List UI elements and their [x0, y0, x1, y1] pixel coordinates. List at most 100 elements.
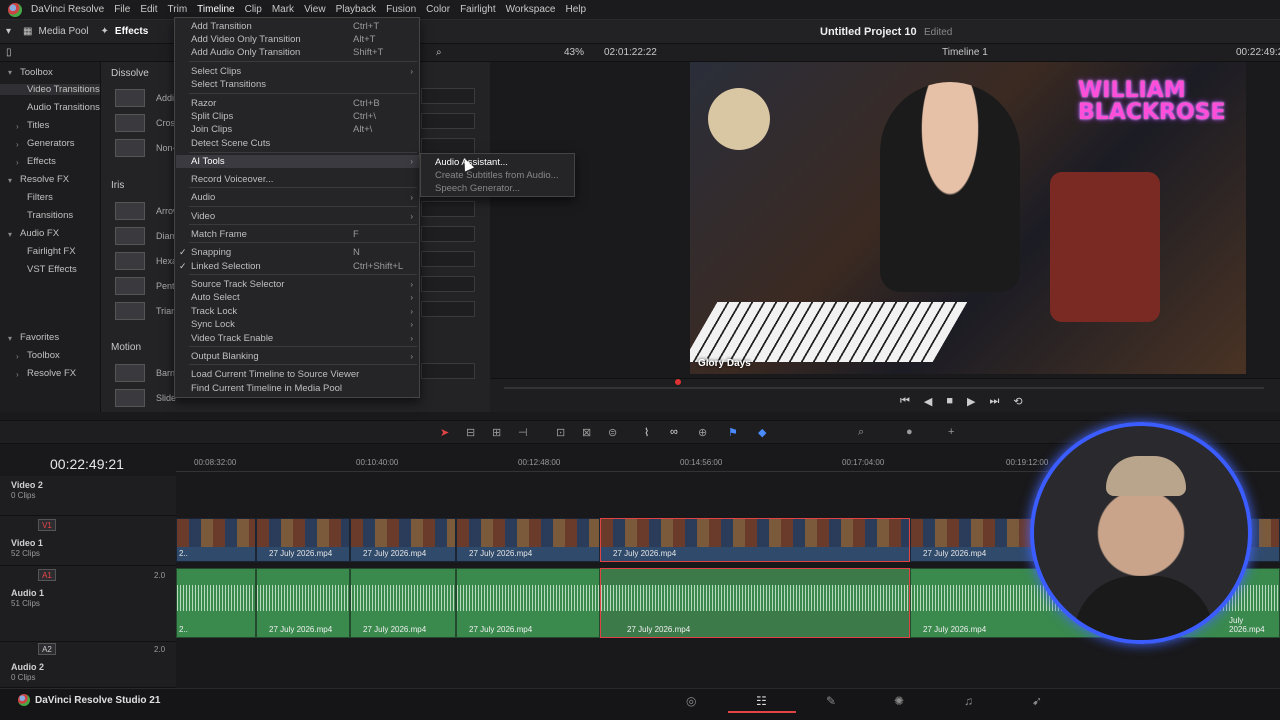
video-frame[interactable]: WILLIAM BLACKROSE Glory Days — [690, 62, 1246, 374]
menu-item-linked-selection[interactable]: ✓ Linked Selection Ctrl+Shift+L — [179, 260, 419, 273]
fx-item[interactable]: Slide — [156, 393, 176, 403]
video-clip[interactable]: 27 July 2026.mp4 — [456, 518, 600, 562]
fx-thumb[interactable] — [115, 252, 145, 270]
menu-item-create-subtitles[interactable]: Create Subtitles from Audio... — [435, 170, 559, 181]
viewer-scrubber[interactable] — [490, 378, 1280, 412]
fx-effects[interactable]: Effects — [27, 156, 56, 167]
audio-clip[interactable]: 2.. — [176, 568, 256, 638]
zoom-level[interactable]: 43% — [564, 47, 584, 58]
deliver-page-icon[interactable]: ➹ — [1032, 694, 1042, 708]
menu-edit[interactable]: Edit — [135, 0, 162, 20]
audio-clip[interactable]: 27 July 2026.mp4 — [256, 568, 350, 638]
menu-item-snapping[interactable]: ✓ Snapping N — [179, 246, 419, 259]
pointer-tool-icon[interactable]: ➤ — [440, 426, 449, 439]
scrub-track[interactable] — [504, 387, 1264, 389]
dynamic-trim-icon[interactable]: ⊞ — [492, 426, 501, 439]
menu-item-select-clips[interactable]: Select Clips › — [191, 65, 419, 78]
menu-item-razor[interactable]: Razor Ctrl+B — [191, 97, 419, 110]
menu-item-add-video-only-transition[interactable]: Add Video Only Transition Alt+T — [191, 33, 419, 46]
fx-resolve-fx[interactable]: Resolve FX — [20, 174, 69, 185]
menu-item-load-to-source-viewer[interactable]: Load Current Timeline to Source Viewer — [191, 368, 419, 381]
fx-thumb[interactable] — [115, 114, 145, 132]
track-badge[interactable]: V1 — [38, 519, 56, 531]
fx-thumb[interactable] — [115, 277, 145, 295]
go-to-end-icon[interactable]: ⏭ — [990, 395, 1000, 408]
search-icon[interactable]: ⌕ — [436, 47, 442, 58]
marker-icon[interactable]: ◆ — [758, 426, 766, 439]
fairlight-page-icon[interactable]: ♫ — [964, 694, 973, 708]
playhead-marker[interactable] — [675, 379, 681, 385]
menu-help[interactable]: Help — [560, 0, 591, 20]
menu-item-add-transition[interactable]: Add Transition Ctrl+T — [191, 20, 419, 33]
fx-thumb[interactable] — [115, 139, 145, 157]
fx-thumb[interactable] — [115, 364, 145, 382]
snapping-icon[interactable]: ⌇ — [644, 426, 649, 439]
fx-item[interactable]: Non- — [156, 143, 176, 153]
fx-fav-resolve-fx[interactable]: Resolve FX — [27, 368, 76, 379]
fx-item[interactable]: Barn — [156, 368, 175, 378]
menu-item-split-clips[interactable]: Split Clips Ctrl+\ — [191, 110, 419, 123]
blade-tool-icon[interactable]: ⊣ — [518, 426, 528, 439]
flag-icon[interactable]: ⚑ — [728, 426, 738, 439]
chevron-down-icon[interactable]: ▾ — [8, 334, 12, 343]
media-pool-button[interactable]: ▦ Media Pool — [17, 26, 94, 37]
zoom-in-icon[interactable]: + — [948, 426, 954, 438]
fx-vst-effects[interactable]: VST Effects — [27, 264, 77, 275]
audio-clip-selected[interactable]: 27 July 2026.mp4 — [600, 568, 910, 638]
panel-toggle-icon[interactable]: ▾ — [0, 26, 17, 37]
menu-item-sync-lock[interactable]: Sync Lock › — [191, 318, 419, 331]
chevron-right-icon[interactable]: › — [16, 370, 19, 379]
menu-item-match-frame[interactable]: Match Frame F — [191, 228, 419, 241]
sidebar-toggle-icon[interactable]: ▯ — [6, 47, 12, 58]
effects-button[interactable]: ✦ Effects — [95, 26, 155, 37]
lock-icon[interactable]: ⊕ — [698, 426, 707, 439]
chevron-right-icon[interactable]: › — [16, 122, 19, 131]
fx-titles[interactable]: Titles — [27, 120, 49, 131]
zoom-slider-icon[interactable]: ● — [906, 426, 913, 438]
chevron-right-icon[interactable]: › — [16, 140, 19, 149]
linked-selection-icon[interactable]: ∞ — [670, 426, 678, 438]
audio-clip[interactable]: 27 July 2026.mp4 — [350, 568, 456, 638]
track-header-audio-2[interactable]: A2 2.0 Audio 2 0 Clips — [0, 642, 176, 688]
chevron-right-icon[interactable]: › — [16, 352, 19, 361]
menu-item-ai-tools[interactable]: AI Tools › — [176, 155, 419, 168]
menu-item-speech-generator[interactable]: Speech Generator... — [435, 183, 520, 194]
menu-workspace[interactable]: Workspace — [501, 0, 561, 20]
fx-fairlight-fx[interactable]: Fairlight FX — [27, 246, 76, 257]
video-clip[interactable]: 2.. — [176, 518, 256, 562]
chevron-down-icon[interactable]: ▾ — [8, 68, 12, 77]
replace-clip-icon[interactable]: ⊜ — [608, 426, 617, 439]
fx-audio-fx[interactable]: Audio FX — [20, 228, 59, 239]
edit-page-icon[interactable]: ☷ — [756, 694, 767, 708]
menu-item-output-blanking[interactable]: Output Blanking › — [191, 350, 419, 363]
menu-item-add-audio-only-transition[interactable]: Add Audio Only Transition Shift+T — [191, 46, 419, 59]
chevron-right-icon[interactable]: › — [16, 158, 19, 167]
trim-tool-icon[interactable]: ⊟ — [466, 426, 475, 439]
menu-fairlight[interactable]: Fairlight — [455, 0, 501, 20]
fx-audio-transitions[interactable]: Audio Transitions — [27, 102, 100, 113]
video-clip[interactable]: 27 July 2026.mp4 — [256, 518, 350, 562]
fx-thumb[interactable] — [115, 389, 145, 407]
menu-item-audio[interactable]: Audio › — [191, 191, 419, 204]
menu-item-video-track-enable[interactable]: Video Track Enable › — [191, 332, 419, 345]
fx-item[interactable]: Addi — [156, 93, 174, 103]
step-back-icon[interactable]: ◀ — [924, 395, 932, 408]
fx-fav-toolbox[interactable]: Toolbox — [27, 350, 60, 361]
fx-thumb[interactable] — [115, 302, 145, 320]
overwrite-clip-icon[interactable]: ⊠ — [582, 426, 591, 439]
menu-item-select-transitions[interactable]: Select Transitions — [191, 78, 419, 91]
menu-item-auto-select[interactable]: Auto Select › — [191, 291, 419, 304]
menu-item-find-in-media-pool[interactable]: Find Current Timeline in Media Pool — [191, 382, 419, 395]
menu-item-join-clips[interactable]: Join Clips Alt+\ — [191, 123, 419, 136]
insert-clip-icon[interactable]: ⊡ — [556, 426, 565, 439]
menu-item-source-track-selector[interactable]: Source Track Selector › — [191, 278, 419, 291]
menu-item-detect-scene-cuts[interactable]: Detect Scene Cuts — [191, 137, 419, 150]
menu-item-record-voiceover[interactable]: Record Voiceover... — [191, 173, 419, 186]
stop-icon[interactable]: ■ — [946, 395, 953, 408]
menu-item-track-lock[interactable]: Track Lock › — [191, 305, 419, 318]
fx-thumb[interactable] — [115, 227, 145, 245]
track-header-audio-1[interactable]: A1 2.0 Audio 1 51 Clips — [0, 566, 176, 642]
video-clip-selected[interactable]: 27 July 2026.mp4 — [600, 518, 910, 562]
fx-toolbox[interactable]: Toolbox — [20, 67, 53, 78]
color-page-icon[interactable]: ✺ — [894, 694, 904, 708]
